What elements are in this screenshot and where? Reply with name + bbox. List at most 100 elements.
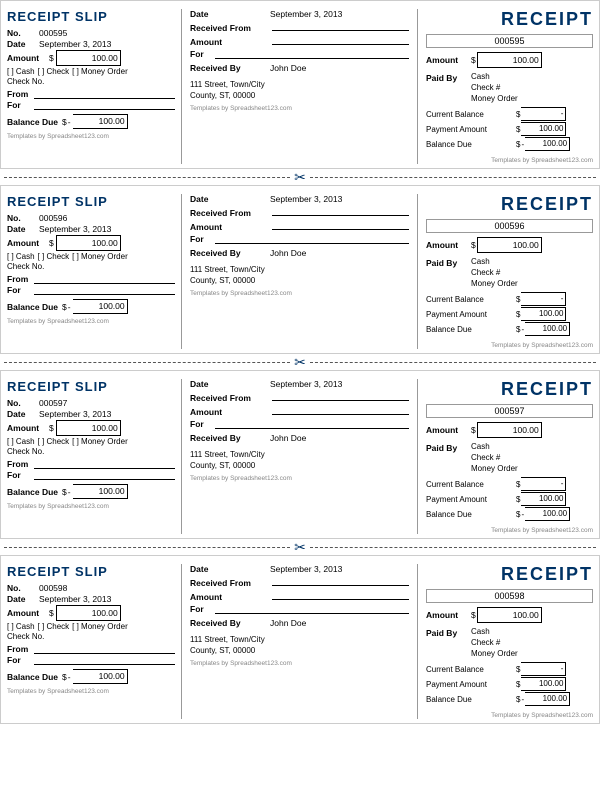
right-payment-amount-value-4: 100.00 [521, 677, 566, 691]
mid-received-by-row-3: Received By John Doe [190, 433, 409, 443]
right-paid-options-1: Cash Check # Money Order [471, 72, 518, 103]
from-for-block-1: From For [7, 89, 175, 110]
mid-date-label-1: Date [190, 9, 270, 19]
slip-left-4: RECEIPT SLIP No. 000598 Date September 3… [7, 564, 182, 719]
payment-method-row-4: [ ] Cash [ ] Check [ ] Money Order [7, 622, 175, 631]
right-balance-section-4: Current Balance $ - Payment Amount $ 100… [426, 662, 593, 706]
slip-right-3: RECEIPT 000597 Amount $ 100.00 Paid By C… [418, 379, 593, 534]
right-amount-label-4: Amount [426, 610, 471, 620]
from-for-block-4: From For [7, 644, 175, 665]
slip-left-1: RECEIPT SLIP No. 000595 Date September 3… [7, 9, 182, 164]
mid-received-by-label-4: Received By [190, 618, 270, 628]
right-amount-box-2: 100.00 [477, 237, 542, 253]
payment-money-2: [ ] Money Order [72, 252, 128, 261]
slip-date-value-1: September 3, 2013 [39, 39, 111, 49]
right-balance-due-dollar-2: $ [516, 325, 520, 334]
slip-middle-3: Date September 3, 2013 Received From Amo… [182, 379, 418, 534]
right-paid-options-4: Cash Check # Money Order [471, 627, 518, 658]
balance-amount-left-4: 100.00 [73, 669, 128, 684]
right-balance-dash-2: - [521, 325, 524, 334]
mid-date-label-2: Date [190, 194, 270, 204]
check-no-label-1: Check No. [7, 77, 44, 86]
scissors-divider-2: ✂ [0, 354, 600, 370]
right-payment-amount-label-1: Payment Amount [426, 125, 516, 134]
balance-due-label-left-2: Balance Due [7, 302, 58, 312]
right-paid-options-3: Cash Check # Money Order [471, 442, 518, 473]
no-label-1: No. [7, 28, 39, 38]
scissors-line-right-2 [310, 362, 596, 363]
right-paid-check-4: Check # [471, 638, 518, 647]
payment-check-1: [ ] Check [38, 67, 70, 76]
mid-address-4: 111 Street, Town/City County, ST, 00000 [190, 634, 409, 656]
right-payment-amount-value-3: 100.00 [521, 492, 566, 506]
mid-date-value-4: September 3, 2013 [270, 564, 342, 574]
mid-for-line-2 [215, 234, 409, 244]
slip-no-row-1: No. 000595 [7, 28, 175, 38]
right-balance-due-dollar-1: $ [516, 140, 520, 149]
right-paid-options-2: Cash Check # Money Order [471, 257, 518, 288]
payment-cash-3: [ ] Cash [7, 437, 35, 446]
amount-label-left-1: Amount [7, 53, 49, 63]
right-current-balance-dollar-1: $ [516, 110, 520, 119]
receipt-title-4: RECEIPT [426, 564, 593, 585]
from-line-4 [34, 644, 175, 654]
right-balance-value-2: 100.00 [525, 322, 570, 336]
right-payment-amount-row-3: Payment Amount $ 100.00 [426, 492, 593, 506]
mid-date-row-2: Date September 3, 2013 [190, 194, 409, 204]
right-balance-due-row-2: Balance Due $ - 100.00 [426, 322, 593, 336]
right-balance-value-4: 100.00 [525, 692, 570, 706]
mid-for-label-1: For [190, 49, 215, 59]
balance-due-label-left-1: Balance Due [7, 117, 58, 127]
right-balance-due-label-1: Balance Due [426, 140, 516, 149]
scissors-line-right-3 [310, 547, 596, 548]
receipt-title-2: RECEIPT [426, 194, 593, 215]
amount-dollar-left-3: $ [49, 423, 54, 433]
right-balance-section-2: Current Balance $ - Payment Amount $ 100… [426, 292, 593, 336]
right-paid-by-label-4: Paid By [426, 627, 471, 638]
amount-label-left-4: Amount [7, 608, 49, 618]
payment-method-row-1: [ ] Cash [ ] Check [ ] Money Order [7, 67, 175, 76]
scissors-icon-2: ✂ [290, 354, 310, 371]
from-for-block-3: From For [7, 459, 175, 480]
right-current-balance-row-2: Current Balance $ - [426, 292, 593, 306]
for-line-left-1 [34, 100, 175, 110]
balance-amount-left-1: 100.00 [73, 114, 128, 129]
mid-date-value-1: September 3, 2013 [270, 9, 342, 19]
right-current-balance-label-4: Current Balance [426, 665, 516, 674]
right-current-balance-label-3: Current Balance [426, 480, 516, 489]
right-payment-amount-value-2: 100.00 [521, 307, 566, 321]
right-payment-amount-value-1: 100.00 [521, 122, 566, 136]
right-current-balance-dollar-2: $ [516, 295, 520, 304]
mid-address-2: 111 Street, Town/City County, ST, 00000 [190, 264, 409, 286]
check-no-row-1: Check No. [7, 77, 175, 86]
right-payment-dollar-4: $ [516, 680, 520, 689]
scissors-line-left-2 [4, 362, 290, 363]
right-balance-section-1: Current Balance $ - Payment Amount $ 100… [426, 107, 593, 151]
mid-template-credit-1: Templates by Spreadsheet123.com [190, 105, 409, 112]
mid-received-by-row-4: Received By John Doe [190, 618, 409, 628]
slip-date-row-1: Date September 3, 2013 [7, 39, 175, 49]
mid-received-from-row-2: Received From [190, 206, 409, 218]
amount-box-left-3: 100.00 [56, 420, 121, 436]
mid-amount-row-2: Amount [190, 220, 409, 232]
right-paid-cash-4: Cash [471, 627, 518, 636]
receipt-no-box-4: 000598 [426, 589, 593, 603]
mid-template-credit-3: Templates by Spreadsheet123.com [190, 475, 409, 482]
balance-dollar-left-1: $ [62, 117, 67, 127]
right-current-balance-label-1: Current Balance [426, 110, 516, 119]
right-payment-amount-label-3: Payment Amount [426, 495, 516, 504]
right-paid-by-label-1: Paid By [426, 72, 471, 83]
mid-address1-3: 111 Street, Town/City [190, 449, 409, 460]
for-row-left-1: For [7, 100, 175, 110]
balance-due-row-left-3: Balance Due $ - 100.00 [7, 484, 175, 499]
right-paid-money-4: Money Order [471, 649, 518, 658]
scissors-divider-3: ✂ [0, 539, 600, 555]
right-balance-due-dollar-4: $ [516, 695, 520, 704]
right-paid-money-1: Money Order [471, 94, 518, 103]
mid-received-from-line-2 [272, 206, 409, 216]
slip-title-1: RECEIPT SLIP [7, 9, 175, 24]
balance-due-row-left-1: Balance Due $ - 100.00 [7, 114, 175, 129]
scissors-icon-1: ✂ [290, 169, 310, 186]
mid-amount-label-3: Amount [190, 407, 270, 417]
for-label-left-3: For [7, 470, 32, 480]
